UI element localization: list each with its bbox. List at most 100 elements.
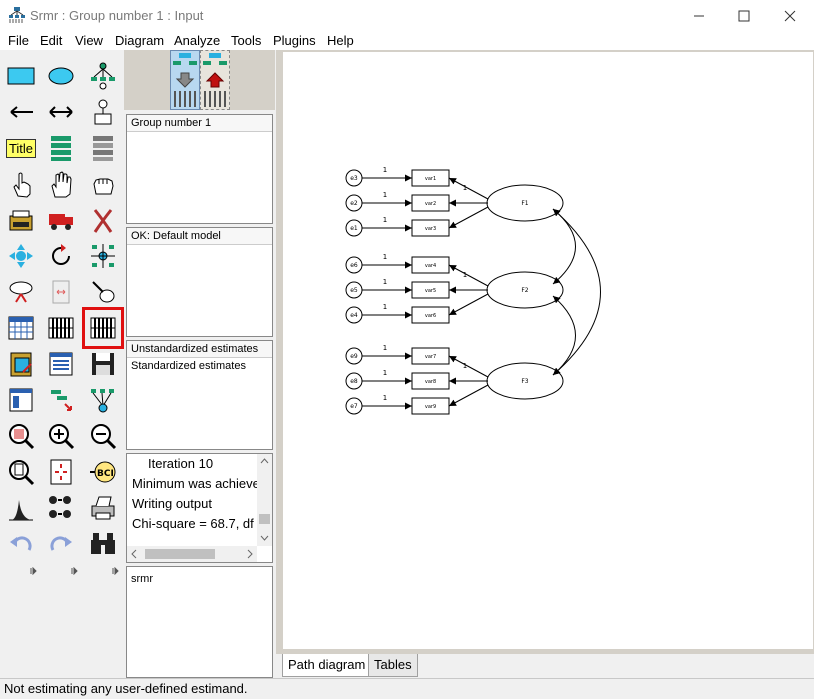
- multiple-group-tool[interactable]: [44, 491, 78, 525]
- draw-unobserved-tool[interactable]: [44, 59, 78, 93]
- select-all-tool[interactable]: [44, 167, 78, 201]
- erase-tool[interactable]: [86, 203, 120, 237]
- menu-view[interactable]: View: [75, 33, 103, 48]
- unique-variable-tool[interactable]: [86, 95, 120, 129]
- deselect-all-tool[interactable]: [86, 167, 120, 201]
- error-variable-label[interactable]: e7: [350, 403, 358, 410]
- loading-path[interactable]: [448, 293, 489, 316]
- loading-path[interactable]: [448, 384, 489, 407]
- toolbox-expand-icon-3[interactable]: [112, 567, 120, 575]
- menu-diagram[interactable]: Diagram: [115, 33, 164, 48]
- path-coefficient-label[interactable]: 1: [383, 216, 387, 224]
- move-tool[interactable]: [44, 203, 78, 237]
- zoom-in-tool[interactable]: [44, 419, 78, 453]
- covariance-path[interactable]: [552, 295, 576, 376]
- select-data-files-tool[interactable]: [4, 311, 38, 345]
- preserve-symmetries-2-tool[interactable]: [86, 383, 120, 417]
- loading-path[interactable]: [448, 177, 489, 200]
- draw-indicator-tool[interactable]: [86, 59, 120, 93]
- menu-file[interactable]: File: [8, 33, 29, 48]
- minimize-button[interactable]: [676, 0, 722, 31]
- rotate-indicators-tool[interactable]: [44, 239, 78, 273]
- latent-factor-label[interactable]: F3: [521, 378, 528, 385]
- menu-tools[interactable]: Tools: [231, 33, 261, 48]
- fit-to-page-tool[interactable]: [44, 455, 78, 489]
- draw-path-tool[interactable]: [4, 95, 38, 129]
- error-variable-label[interactable]: e2: [350, 200, 358, 207]
- observed-variable-label[interactable]: var2: [425, 201, 436, 207]
- menu-plugins[interactable]: Plugins: [273, 33, 316, 48]
- loading-constraint-label[interactable]: 1: [463, 271, 467, 279]
- error-variable-label[interactable]: e4: [350, 312, 358, 319]
- page-view-tool[interactable]: [4, 455, 38, 489]
- loading-constraint-label[interactable]: 1: [463, 362, 467, 370]
- specification-search-tool[interactable]: [86, 527, 120, 561]
- covariance-path[interactable]: [552, 208, 576, 285]
- list-variables-model-tool[interactable]: [44, 131, 78, 165]
- observed-variable-label[interactable]: var5: [425, 288, 436, 294]
- observed-variable-label[interactable]: var1: [425, 176, 436, 182]
- observed-variable-label[interactable]: var8: [425, 379, 436, 385]
- drag-properties-tool[interactable]: [44, 383, 78, 417]
- loading-path[interactable]: [448, 355, 489, 378]
- standardized-estimates-option[interactable]: Standardized estimates: [127, 358, 272, 374]
- toolbox-expand-icon-1[interactable]: [30, 567, 38, 575]
- undo-tool[interactable]: [4, 527, 38, 561]
- path-coefficient-label[interactable]: 1: [383, 394, 387, 402]
- file-item[interactable]: srmr: [127, 571, 272, 587]
- view-input-button[interactable]: [170, 50, 200, 110]
- zoom-out-tool[interactable]: [86, 419, 120, 453]
- loading-constraint-label[interactable]: 1: [463, 184, 467, 192]
- list-variables-dataset-tool[interactable]: [86, 131, 120, 165]
- reflect-indicators-tool[interactable]: [86, 239, 120, 273]
- close-button[interactable]: [767, 0, 813, 31]
- title-tool[interactable]: Title: [4, 131, 38, 165]
- observed-variable-label[interactable]: var6: [425, 313, 436, 319]
- save-tool[interactable]: [86, 347, 120, 381]
- error-variable-label[interactable]: e9: [350, 353, 358, 360]
- loading-path[interactable]: [448, 206, 489, 229]
- observed-variable-label[interactable]: var3: [425, 226, 436, 232]
- unstandardized-estimates-option[interactable]: Unstandardized estimates: [127, 341, 272, 358]
- path-coefficient-label[interactable]: 1: [383, 303, 387, 311]
- degrees-of-freedom-tool[interactable]: [4, 491, 38, 525]
- drawing-area[interactable]: e3 1 var1 e2 1 var2 e1 1 var3 e6 1 var4 e5 1 var5 e4 1 va…: [276, 50, 814, 656]
- object-properties-tool[interactable]: [4, 383, 38, 417]
- select-one-tool[interactable]: [4, 167, 38, 201]
- print-tool[interactable]: [86, 491, 120, 525]
- messages-vertical-scrollbar[interactable]: [257, 454, 272, 546]
- touch-up-tool[interactable]: [44, 275, 78, 309]
- path-coefficient-label[interactable]: 1: [383, 166, 387, 174]
- menu-analyze[interactable]: Analyze: [174, 33, 220, 48]
- messages-horizontal-scrollbar[interactable]: [127, 546, 257, 562]
- toolbox-expand-icon-2[interactable]: [71, 567, 79, 575]
- path-diagram[interactable]: e3 1 var1 e2 1 var2 e1 1 var3 e6 1 var4 e5 1 var5 e4 1 va…: [283, 52, 813, 649]
- error-variable-label[interactable]: e3: [350, 175, 358, 182]
- analysis-properties-tool[interactable]: [44, 311, 78, 345]
- bayesian-tool[interactable]: BCI: [86, 455, 120, 489]
- error-variable-label[interactable]: e6: [350, 262, 358, 269]
- duplicate-tool[interactable]: [4, 203, 38, 237]
- menu-edit[interactable]: Edit: [40, 33, 62, 48]
- draw-covariance-tool[interactable]: [44, 95, 78, 129]
- path-coefficient-label[interactable]: 1: [383, 369, 387, 377]
- redo-tool[interactable]: [44, 527, 78, 561]
- observed-variable-label[interactable]: var4: [425, 263, 436, 269]
- calculate-estimates-tool[interactable]: [82, 307, 124, 349]
- latent-factor-label[interactable]: F2: [521, 287, 528, 294]
- path-coefficient-label[interactable]: 1: [383, 191, 387, 199]
- view-text-tool[interactable]: [44, 347, 78, 381]
- move-parameter-tool[interactable]: [4, 239, 38, 273]
- tab-path-diagram[interactable]: Path diagram: [282, 654, 372, 677]
- error-variable-label[interactable]: e8: [350, 378, 358, 385]
- diagram-page[interactable]: e3 1 var1 e2 1 var2 e1 1 var3 e6 1 var4 e5 1 var5 e4 1 va…: [283, 52, 813, 649]
- path-coefficient-label[interactable]: 1: [383, 344, 387, 352]
- error-variable-label[interactable]: e5: [350, 287, 358, 294]
- observed-variable-label[interactable]: var7: [425, 354, 436, 360]
- group-item[interactable]: Group number 1: [127, 115, 272, 132]
- error-variable-label[interactable]: e1: [350, 225, 358, 232]
- model-item[interactable]: OK: Default model: [127, 228, 272, 245]
- path-coefficient-label[interactable]: 1: [383, 253, 387, 261]
- draw-observed-tool[interactable]: [4, 59, 38, 93]
- view-output-button[interactable]: [200, 50, 230, 110]
